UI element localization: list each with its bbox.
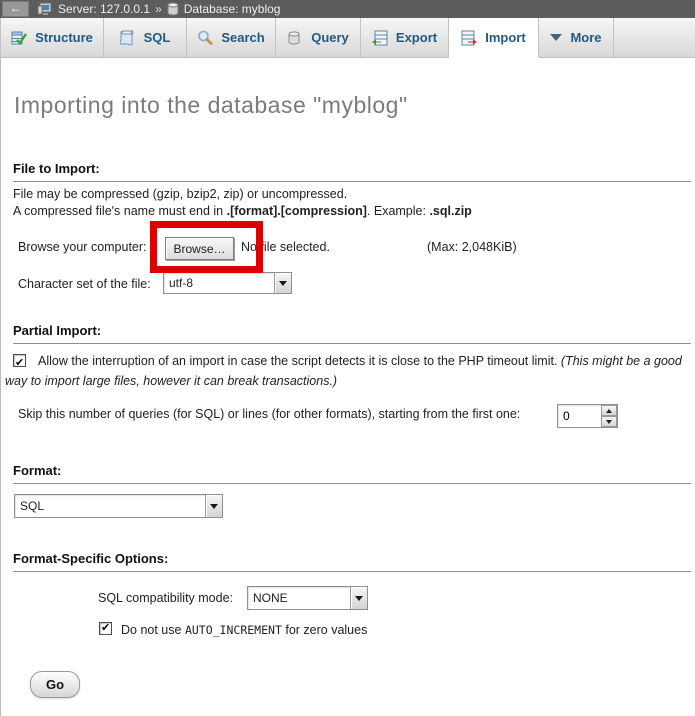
tab-label: Export bbox=[396, 30, 437, 45]
tab-query[interactable]: Query bbox=[276, 18, 361, 57]
partial-import-heading: Partial Import: bbox=[13, 323, 691, 344]
tab-label: Query bbox=[311, 30, 349, 45]
skip-queries-input[interactable] bbox=[558, 405, 601, 427]
breadcrumb-bar: ← Server: 127.0.0.1 » Database: myblog bbox=[0, 0, 695, 18]
name-rule-example: .sql.zip bbox=[429, 204, 471, 218]
dropdown-arrow-icon[interactable] bbox=[205, 495, 222, 517]
name-rule-mid: . Example: bbox=[367, 204, 430, 218]
breadcrumb-server[interactable]: Server: 127.0.0.1 bbox=[58, 2, 150, 16]
allow-interrupt-row: Allow the interruption of an import in c… bbox=[5, 351, 687, 391]
browse-button[interactable]: Browse… bbox=[165, 237, 234, 260]
stepper-up-icon[interactable] bbox=[601, 405, 617, 416]
skip-queries-stepper bbox=[557, 404, 618, 428]
tab-bar: Structure SQL Search bbox=[0, 18, 695, 58]
tab-search[interactable]: Search bbox=[187, 18, 276, 57]
name-rule-format: .[format].[compression] bbox=[227, 204, 367, 218]
back-button[interactable]: ← bbox=[2, 1, 29, 17]
breadcrumb-database[interactable]: Database: myblog bbox=[184, 2, 281, 16]
tab-label: SQL bbox=[144, 30, 171, 45]
tab-more[interactable]: More bbox=[539, 18, 614, 57]
phpmyadmin-import-page: ← Server: 127.0.0.1 » Database: myblog bbox=[0, 0, 695, 716]
zero-values-code: AUTO_INCREMENT bbox=[185, 623, 282, 637]
tab-label: Structure bbox=[35, 30, 93, 45]
max-upload-size-text: (Max: 2,048KiB) bbox=[427, 240, 517, 254]
tab-sql[interactable]: SQL bbox=[104, 18, 187, 57]
breadcrumb-separator: » bbox=[155, 2, 162, 16]
tab-export[interactable]: Export bbox=[361, 18, 449, 57]
charset-select[interactable]: utf-8 bbox=[163, 272, 292, 294]
structure-icon bbox=[11, 30, 27, 46]
tab-label: More bbox=[570, 30, 601, 45]
allow-interrupt-text: Allow the interruption of an import in c… bbox=[38, 354, 561, 368]
skip-queries-label: Skip this number of queries (for SQL) or… bbox=[18, 407, 520, 421]
stepper-down-icon[interactable] bbox=[601, 416, 617, 427]
compression-info-line: File may be compressed (gzip, bzip2, zip… bbox=[13, 187, 347, 201]
server-icon bbox=[37, 2, 53, 16]
import-icon bbox=[461, 30, 477, 46]
file-to-import-heading: File to Import: bbox=[13, 161, 691, 182]
sql-icon bbox=[120, 30, 136, 46]
file-name-rule-line: A compressed file's name must end in .[f… bbox=[13, 204, 472, 218]
tab-label: Import bbox=[485, 30, 525, 45]
zero-values-suffix: for zero values bbox=[282, 623, 367, 637]
format-select[interactable]: SQL bbox=[14, 494, 223, 518]
tab-structure[interactable]: Structure bbox=[0, 18, 104, 57]
query-icon bbox=[287, 30, 303, 46]
charset-label: Character set of the file: bbox=[18, 277, 151, 291]
search-icon bbox=[197, 30, 213, 46]
zero-values-label: Do not use AUTO_INCREMENT for zero value… bbox=[121, 623, 367, 637]
dropdown-arrow-icon[interactable] bbox=[274, 273, 291, 293]
export-icon bbox=[372, 30, 388, 46]
sql-compat-label: SQL compatibility mode: bbox=[98, 591, 233, 605]
zero-values-checkbox[interactable] bbox=[99, 622, 112, 635]
no-file-selected-text: No file selected. bbox=[241, 240, 330, 254]
page-title: Importing into the database "myblog" bbox=[14, 92, 408, 119]
sql-compat-select[interactable]: NONE bbox=[247, 586, 368, 610]
chevron-down-icon bbox=[550, 34, 562, 47]
dropdown-arrow-icon[interactable] bbox=[350, 587, 367, 609]
sql-compat-selected-value: NONE bbox=[248, 587, 350, 609]
browse-label: Browse your computer: bbox=[18, 240, 147, 254]
format-heading: Format: bbox=[13, 463, 691, 484]
charset-selected-value: utf-8 bbox=[164, 273, 274, 293]
go-button[interactable]: Go bbox=[30, 671, 80, 698]
database-icon bbox=[167, 2, 179, 16]
zero-values-prefix: Do not use bbox=[121, 623, 185, 637]
format-specific-options-heading: Format-Specific Options: bbox=[13, 551, 691, 572]
allow-interrupt-checkbox[interactable] bbox=[13, 354, 26, 367]
tab-import[interactable]: Import bbox=[449, 18, 539, 58]
format-selected-value: SQL bbox=[15, 495, 205, 517]
tab-label: Search bbox=[221, 30, 264, 45]
name-rule-prefix: A compressed file's name must end in bbox=[13, 204, 227, 218]
